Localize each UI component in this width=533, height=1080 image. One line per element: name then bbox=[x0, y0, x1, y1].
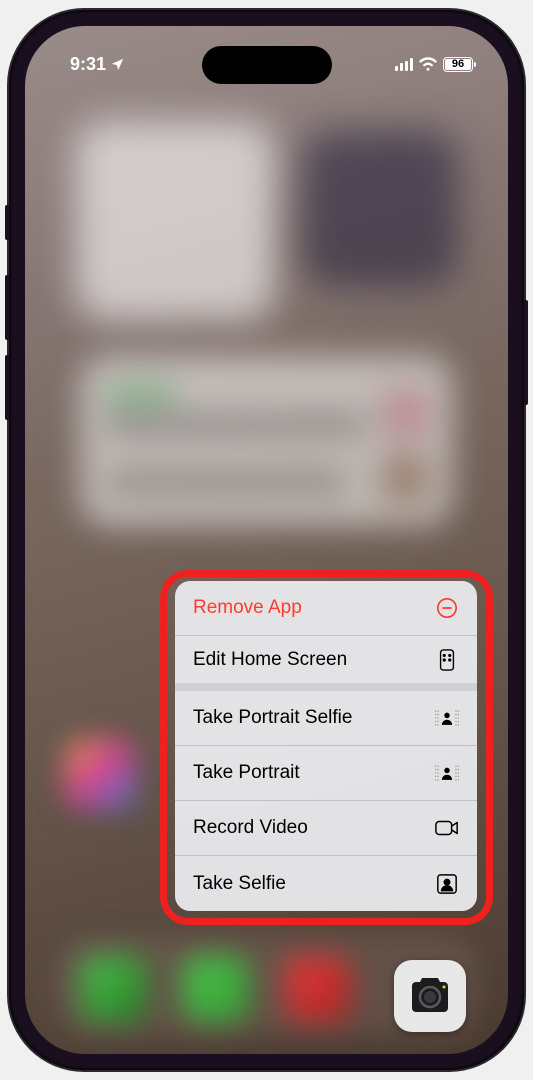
volume-up-button[interactable] bbox=[5, 275, 9, 340]
cellular-signal-icon bbox=[395, 58, 414, 71]
annotation-highlight bbox=[160, 570, 493, 925]
battery-indicator: 96 bbox=[443, 57, 476, 72]
dynamic-island[interactable] bbox=[202, 46, 332, 84]
mute-switch[interactable] bbox=[5, 205, 9, 240]
phone-frame: 9:31 96 bbox=[9, 10, 524, 1070]
clock-widget-blurred bbox=[75, 121, 275, 321]
status-right: 96 bbox=[395, 57, 477, 72]
status-left: 9:31 bbox=[70, 54, 125, 75]
wifi-icon bbox=[419, 57, 437, 71]
widget-blurred bbox=[303, 131, 458, 286]
photos-app-blurred bbox=[65, 739, 135, 809]
battery-percent: 96 bbox=[452, 58, 464, 70]
calendar-widget-blurred bbox=[80, 356, 453, 526]
location-arrow-icon bbox=[110, 57, 125, 72]
volume-down-button[interactable] bbox=[5, 355, 9, 420]
status-time: 9:31 bbox=[70, 54, 106, 75]
camera-icon bbox=[406, 976, 454, 1016]
side-button[interactable] bbox=[524, 300, 528, 405]
camera-app-icon[interactable] bbox=[394, 960, 466, 1032]
screen: 9:31 96 bbox=[25, 26, 508, 1054]
